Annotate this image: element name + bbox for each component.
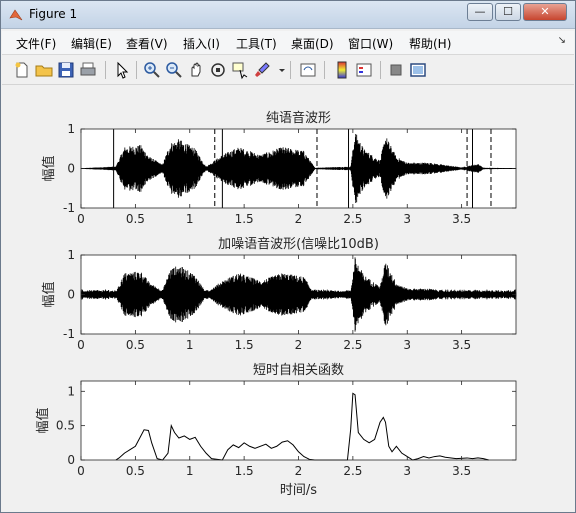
menu-help[interactable]: 帮助(H) [409,35,451,52]
x-tick-label: 0 [77,464,85,478]
x-tick-label: 3.5 [452,338,471,352]
axes-title: 短时自相关函数 [253,363,344,378]
x-tick-label: 2 [295,464,303,478]
x-tick-label: 0.5 [126,212,145,226]
toolbar-separator [105,61,106,79]
colorbar-icon[interactable] [332,60,352,80]
maximize-icon: ☐ [503,5,513,18]
open-file-icon[interactable] [34,60,54,80]
y-tick-label: 1 [67,122,75,136]
x-tick-label: 2.5 [343,338,362,352]
zoom-out-icon[interactable] [164,60,184,80]
brush-dropdown-icon[interactable] [272,60,285,80]
pointer-icon[interactable] [112,60,132,80]
x-tick-label: 0 [77,338,85,352]
y-tick-label: 0 [67,162,75,176]
y-tick-label: 1 [67,384,75,398]
pan-icon[interactable] [186,60,206,80]
rotate-3d-icon[interactable] [208,60,228,80]
figure-window: Figure 1 — ☐ ✕ 文件(F) 编辑(E) 查看(V) 插入(I) 工… [0,0,576,513]
toolbar-separator [136,61,137,79]
x-axis-label: 时间/s [280,483,317,498]
x-tick-label: 3.5 [452,212,471,226]
toolbar-separator [324,61,325,79]
menu-file[interactable]: 文件(F) [16,35,56,52]
x-tick-label: 2.5 [343,464,362,478]
menu-dock-arrow-icon[interactable]: ↘ [558,35,566,46]
axes-title: 纯语音波形 [266,110,331,126]
menu-tools[interactable]: 工具(T) [236,35,277,52]
new-figure-icon[interactable] [12,60,32,80]
menu-desktop[interactable]: 桌面(D) [291,35,334,52]
y-tick-label: 0 [67,288,75,302]
x-tick-label: 0.5 [126,464,145,478]
title-bar[interactable]: Figure 1 — ☐ ✕ [1,1,575,29]
x-tick-label: 1 [186,464,194,478]
menu-bar: 文件(F) 编辑(E) 查看(V) 插入(I) 工具(T) 桌面(D) 窗口(W… [2,31,574,55]
x-tick-label: 0.5 [126,338,145,352]
menu-view[interactable]: 查看(V) [126,35,168,52]
figure-toolbar [2,57,574,85]
x-tick-label: 2 [295,338,303,352]
plot-area: 0 0.5 1 1.5 2 2.5 3 3.5-101纯语音波形幅值0 0.5 1 1.5 2 2.5 3… [35,110,517,498]
menu-window[interactable]: 窗口(W) [348,35,393,52]
x-tick-label: 3 [403,338,411,352]
x-tick-label: 1.5 [235,212,254,226]
zoom-in-icon[interactable] [142,60,162,80]
axes-background [81,381,516,460]
minimize-icon: — [474,5,486,18]
window-title: Figure 1 [29,7,78,21]
x-tick-label: 1.5 [235,464,254,478]
legend-icon[interactable] [354,60,374,80]
close-icon: ✕ [540,5,550,18]
y-axis-label: 幅值 [41,155,57,181]
axes-title: 加噪语音波形(信噪比10dB) [218,236,379,252]
matlab-logo-icon [9,9,23,21]
print-icon[interactable] [78,60,98,80]
menu-insert[interactable]: 插入(I) [183,35,220,52]
link-plot-icon[interactable] [298,60,318,80]
save-icon[interactable] [56,60,76,80]
x-tick-label: 2 [295,212,303,226]
show-plot-tools-icon[interactable] [408,60,428,80]
x-tick-label: 3 [403,212,411,226]
x-tick-label: 3.5 [452,464,471,478]
y-tick-label: 0.5 [56,419,75,433]
toolbar-separator [380,61,381,79]
x-tick-label: 0 [77,212,85,226]
y-axis-label: 幅值 [35,407,51,433]
data-cursor-icon[interactable] [230,60,250,80]
y-tick-label: -1 [63,327,75,341]
toolbar-separator [290,61,291,79]
x-tick-label: 1 [186,338,194,352]
menu-edit[interactable]: 编辑(E) [71,35,112,52]
x-tick-label: 3 [403,464,411,478]
figure-canvas: 0 0.5 1 1.5 2 2.5 3 3.5 -1 0 1 纯语音波形 幅值 0 0.5 1 1.5 2 2.5 3… [7,89,571,507]
minimize-button[interactable]: — [467,3,493,21]
x-tick-label: 1.5 [235,338,254,352]
y-tick-label: -1 [63,201,75,215]
brush-icon[interactable] [252,60,272,80]
x-tick-label: 1 [186,212,194,226]
y-tick-label: 1 [67,248,75,262]
hide-plot-tools-icon[interactable] [386,60,406,80]
x-tick-label: 2.5 [343,212,362,226]
y-tick-label: 0 [67,453,75,467]
y-axis-label: 幅值 [41,281,57,307]
maximize-button[interactable]: ☐ [495,3,521,21]
close-button[interactable]: ✕ [523,3,567,21]
